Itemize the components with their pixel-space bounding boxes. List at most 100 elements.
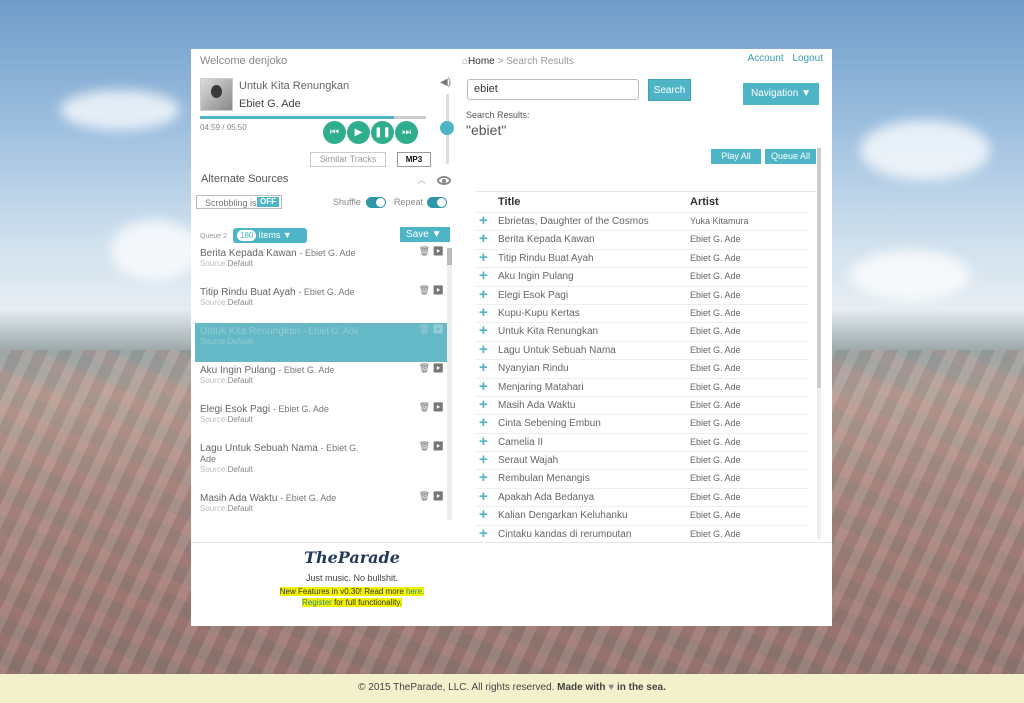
result-title[interactable]: Seraut Wajah xyxy=(498,455,558,466)
register-link[interactable]: Register xyxy=(302,598,332,607)
table-row[interactable]: + Camelia II Ebiet G. Ade xyxy=(476,432,809,451)
shuffle-toggle[interactable] xyxy=(366,197,386,208)
result-title[interactable]: Kalian Dengarkan Keluhanku xyxy=(498,510,628,521)
trash-icon[interactable]: 🗑 xyxy=(419,285,430,295)
logout-link[interactable]: Logout xyxy=(792,53,823,64)
queue-item-selected[interactable]: Untuk Kita Renungkan - Ebiet G. Ade Sour… xyxy=(195,323,449,362)
volume-icon[interactable]: ◀) xyxy=(440,77,451,88)
save-button[interactable]: Save ▼ xyxy=(400,227,450,242)
plus-icon[interactable]: + xyxy=(479,250,488,265)
result-title[interactable]: Untuk Kita Renungkan xyxy=(498,326,598,337)
queue-item[interactable]: Aku Ingin Pulang - Ebiet G. Ade Source:D… xyxy=(195,362,449,401)
queue-item[interactable]: Masih Ada Waktu - Ebiet G. Ade Source:De… xyxy=(195,490,449,520)
table-row[interactable]: + Cinta Sebening Embun Ebiet G. Ade xyxy=(476,414,809,432)
results-scrollbar-thumb[interactable] xyxy=(817,148,821,388)
plus-icon[interactable]: + xyxy=(479,287,488,302)
table-row[interactable]: + Menjaring Matahari Ebiet G. Ade xyxy=(476,377,809,396)
results-scrollbar[interactable] xyxy=(817,148,821,539)
chevron-up-icon[interactable]: ︿ xyxy=(417,173,426,186)
plus-icon[interactable]: + xyxy=(479,415,488,430)
progress-bar[interactable] xyxy=(200,116,426,119)
column-header-artist[interactable]: Artist xyxy=(690,196,719,208)
play-icon[interactable]: ▶ xyxy=(433,324,444,334)
plus-icon[interactable]: + xyxy=(479,452,488,467)
plus-icon[interactable]: + xyxy=(479,213,488,228)
trash-icon[interactable]: 🗑 xyxy=(419,246,430,256)
queue-item[interactable]: Titip Rindu Buat Ayah - Ebiet G. Ade Sou… xyxy=(195,284,449,323)
next-button[interactable]: ⏭ xyxy=(395,121,418,144)
play-icon[interactable]: ▶ xyxy=(433,363,444,373)
plus-icon[interactable]: + xyxy=(479,397,488,412)
plus-icon[interactable]: + xyxy=(479,470,488,485)
result-title[interactable]: Menjaring Matahari xyxy=(498,382,584,393)
table-row[interactable]: + Kupu-Kupu Kertas Ebiet G. Ade xyxy=(476,303,809,322)
table-row[interactable]: + Nyanyian Rindu Ebiet G. Ade xyxy=(476,359,809,377)
pause-button[interactable]: ❚❚ xyxy=(371,121,394,144)
plus-icon[interactable]: + xyxy=(479,323,488,338)
navigation-dropdown[interactable]: Navigation ▼ xyxy=(743,83,819,105)
plus-icon[interactable]: + xyxy=(479,231,488,246)
result-title[interactable]: Nyanyian Rindu xyxy=(498,363,569,374)
queue-item[interactable]: Berita Kepada Kawan - Ebiet G. Ade Sourc… xyxy=(195,245,449,284)
plus-icon[interactable]: + xyxy=(479,489,488,504)
plus-icon[interactable]: + xyxy=(479,342,488,357)
table-row[interactable]: + Cintaku kandas di rerumputan Ebiet G. Ad… xyxy=(476,524,809,537)
similar-tracks-button[interactable]: Similar Tracks xyxy=(310,152,386,167)
play-icon[interactable]: ▶ xyxy=(433,402,444,412)
table-row[interactable]: + Titip Rindu Buat Ayah Ebiet G. Ade xyxy=(476,248,809,267)
news-link[interactable]: here. xyxy=(406,587,424,596)
trash-icon[interactable]: 🗑 xyxy=(419,491,430,501)
table-row[interactable]: + Seraut Wajah Ebiet G. Ade xyxy=(476,451,809,469)
result-title[interactable]: Lagu Untuk Sebuah Nama xyxy=(498,345,616,356)
repeat-toggle[interactable] xyxy=(427,197,447,208)
play-icon[interactable]: ▶ xyxy=(433,441,444,451)
queue-item[interactable]: Lagu Untuk Sebuah Nama - Ebiet G. Ade So… xyxy=(195,440,449,490)
play-icon[interactable]: ▶ xyxy=(433,285,444,295)
result-title[interactable]: Kupu-Kupu Kertas xyxy=(498,308,580,319)
trash-icon[interactable]: 🗑 xyxy=(419,441,430,451)
table-row[interactable]: + Untuk Kita Renungkan Ebiet G. Ade xyxy=(476,322,809,340)
table-row[interactable]: + Kalian Dengarkan Keluhanku Ebiet G. Ade xyxy=(476,506,809,524)
plus-icon[interactable]: + xyxy=(479,379,488,394)
eye-icon[interactable] xyxy=(437,176,451,185)
result-title[interactable]: Cinta Sebening Embun xyxy=(498,418,601,429)
play-icon[interactable]: ▶ xyxy=(433,246,444,256)
table-row[interactable]: + Lagu Untuk Sebuah Nama Ebiet G. Ade xyxy=(476,340,809,359)
plus-icon[interactable]: + xyxy=(479,360,488,375)
result-title[interactable]: Camelia II xyxy=(498,437,543,448)
table-row[interactable]: + Masih Ada Waktu Ebiet G. Ade xyxy=(476,395,809,414)
account-link[interactable]: Account xyxy=(747,53,783,64)
result-title[interactable]: Elegi Esok Pagi xyxy=(498,290,568,301)
result-title[interactable]: Titip Rindu Buat Ayah xyxy=(498,253,594,264)
result-title[interactable]: Aku Ingin Pulang xyxy=(498,271,574,282)
trash-icon[interactable]: 🗑 xyxy=(419,363,430,373)
result-title[interactable]: Cintaku kandas di rerumputan xyxy=(498,529,631,537)
plus-icon[interactable]: + xyxy=(479,434,488,449)
alternate-sources-label[interactable]: Alternate Sources xyxy=(201,173,288,185)
queue-all-button[interactable]: Queue All xyxy=(765,149,816,164)
table-row[interactable]: + Rembulan Menangis Ebiet G. Ade xyxy=(476,469,809,487)
plus-icon[interactable]: + xyxy=(479,507,488,522)
result-title[interactable]: Rembulan Menangis xyxy=(498,473,590,484)
breadcrumb-home[interactable]: Home xyxy=(468,56,495,67)
column-header-title[interactable]: Title xyxy=(498,196,520,208)
search-button[interactable]: Search xyxy=(648,79,691,101)
table-row[interactable]: + Elegi Esok Pagi Ebiet G. Ade xyxy=(476,285,809,304)
queue-items-dropdown[interactable]: 180 Items ▼ xyxy=(233,228,307,243)
volume-slider-handle[interactable] xyxy=(440,121,454,135)
result-title[interactable]: Ebrietas, Daughter of the Cosmos xyxy=(498,216,649,227)
play-button[interactable]: ▶ xyxy=(347,121,370,144)
table-row[interactable]: + Aku Ingin Pulang Ebiet G. Ade xyxy=(476,267,809,285)
result-title[interactable]: Apakah Ada Bedanya xyxy=(498,492,594,503)
table-row[interactable]: + Apakah Ada Bedanya Ebiet G. Ade xyxy=(476,487,809,506)
queue-scrollbar[interactable] xyxy=(447,248,452,520)
trash-icon[interactable]: 🗑 xyxy=(419,402,430,412)
play-icon[interactable]: ▶ xyxy=(433,491,444,501)
result-title[interactable]: Berita Kepada Kawan xyxy=(498,234,595,245)
plus-icon[interactable]: + xyxy=(479,305,488,320)
result-title[interactable]: Masih Ada Waktu xyxy=(498,400,575,411)
scrobbling-toggle[interactable]: Scrobbling is OFF xyxy=(196,195,282,209)
search-input[interactable]: ebiet xyxy=(467,79,639,100)
previous-button[interactable]: ⏮ xyxy=(323,121,346,144)
queue-scrollbar-thumb[interactable] xyxy=(447,248,452,265)
